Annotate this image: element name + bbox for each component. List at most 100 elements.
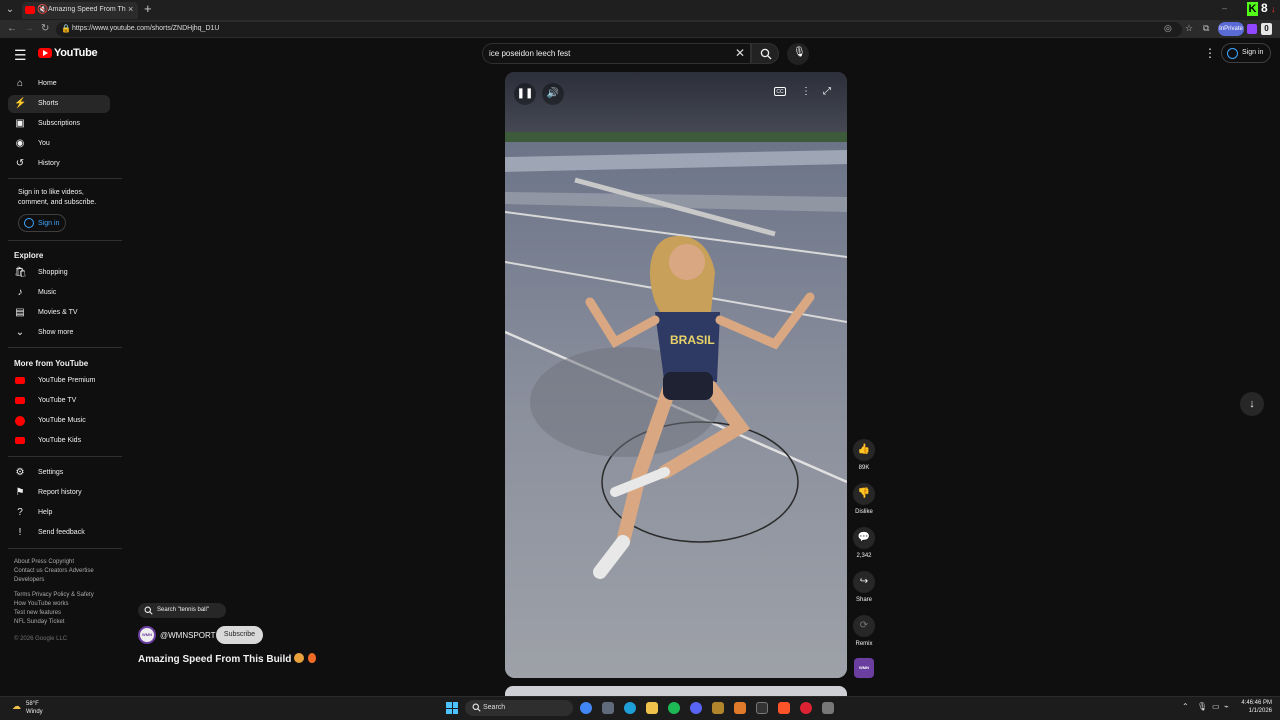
tab-title: Amazing Speed From This Bui <box>48 6 126 13</box>
kick-count: 8 <box>1261 1 1268 15</box>
back-icon[interactable]: ← <box>7 23 17 34</box>
spotify-icon[interactable] <box>668 702 680 714</box>
speaker-icon[interactable]: 🔇 <box>37 4 48 15</box>
tab-list-icon[interactable]: ⌄ <box>3 3 17 17</box>
channel-name[interactable]: @WMNSPORT <box>160 631 216 640</box>
display-tray-icon[interactable]: ▭ <box>1212 702 1220 711</box>
edge-icon[interactable] <box>624 702 636 714</box>
volume-button[interactable]: 🔊 <box>542 83 564 105</box>
minimize-icon[interactable]: – <box>1222 3 1227 13</box>
copyright: © 2026 Google LLC <box>14 636 68 642</box>
pause-button[interactable]: ❚❚ <box>514 83 536 105</box>
footer-links[interactable]: Terms Privacy Policy & Safety <box>14 592 94 598</box>
app-icon[interactable] <box>712 702 724 714</box>
extension-badge[interactable]: 0 <box>1261 23 1272 35</box>
channel-avatar[interactable]: WMN <box>138 626 156 644</box>
next-short-preview[interactable] <box>505 686 847 696</box>
youtube-logo-text[interactable]: YouTube <box>54 47 98 59</box>
close-tab-icon[interactable]: × <box>128 4 133 14</box>
extension-icon[interactable]: ◎ <box>1164 23 1172 34</box>
windows-start-icon[interactable] <box>446 702 458 714</box>
sidebar-item-youtube-premium[interactable]: YouTube Premium <box>8 372 110 390</box>
taskbar-search[interactable]: Search <box>465 700 573 716</box>
subscribe-button[interactable]: Subscribe <box>216 626 263 644</box>
dislike-button[interactable]: 👎 <box>853 483 875 505</box>
forward-icon[interactable]: → <box>24 23 34 34</box>
sidebar-item-settings[interactable]: ⚙ Settings <box>8 464 110 482</box>
comment-icon: 💬 <box>857 532 871 543</box>
tray-chevron-icon[interactable]: ⌃ <box>1182 702 1189 711</box>
fullscreen-icon[interactable]: ⤢ <box>823 86 831 97</box>
video-more-icon[interactable]: ⋮ <box>801 86 811 97</box>
voice-search-button[interactable]: 🎙 <box>787 43 809 65</box>
sidebar-item-help[interactable]: ? Help <box>8 504 110 522</box>
short-title-text: Amazing Speed From This Build <box>138 654 292 665</box>
sidebar-item-subscriptions[interactable]: ▣ Subscriptions <box>8 115 110 133</box>
sidebar-sign-in-button[interactable]: Sign in <box>18 214 66 232</box>
inprivate-badge[interactable]: InPrivate <box>1218 22 1244 36</box>
weather-icon[interactable]: ☁ <box>12 701 21 712</box>
browser-toolbar: ← → ↻ 🔒 https://www.youtube.com/shorts/Z… <box>0 20 1280 39</box>
youtube-logo-icon[interactable] <box>38 48 52 58</box>
shorts-video-player[interactable]: BRASIL ❚❚ 🔊 CC ⋮ ⤢ <box>505 72 847 678</box>
mic-tray-icon[interactable]: 🎙 <box>1197 702 1207 711</box>
search-button[interactable] <box>751 43 779 64</box>
chrome-icon[interactable] <box>580 702 592 714</box>
divider <box>8 548 122 549</box>
sidebar-item-shorts[interactable]: ⚡ Shorts <box>8 95 110 113</box>
footer-links[interactable]: Test new features <box>14 610 61 616</box>
footer-links[interactable]: Developers <box>14 577 44 583</box>
footer-links[interactable]: Contact us Creators Advertise <box>14 568 94 574</box>
flag-icon: ⚑ <box>15 487 25 498</box>
collections-icon[interactable]: ⧉ <box>1203 23 1209 34</box>
sidebar-item-history[interactable]: ↺ History <box>8 155 110 173</box>
sidebar-item-report-history[interactable]: ⚑ Report history <box>8 484 110 502</box>
remix-button[interactable]: ⟳ <box>853 615 875 637</box>
discord-icon[interactable] <box>690 702 702 714</box>
related-search-chip[interactable]: Search "tennis ball" <box>138 603 226 618</box>
browser-tab[interactable]: 🔇 Amazing Speed From This Bui × <box>22 2 138 19</box>
network-icon[interactable]: ⌁ <box>1224 702 1229 711</box>
app-icon[interactable] <box>734 702 746 714</box>
sound-avatar[interactable]: WMN <box>854 658 874 678</box>
app-icon[interactable] <box>822 702 834 714</box>
like-button[interactable]: 👍 <box>853 439 875 461</box>
brave-icon[interactable] <box>778 702 790 714</box>
weather-widget[interactable]: 58°F Windy <box>26 700 43 716</box>
more-options-icon[interactable]: ⋮ <box>1204 46 1216 60</box>
clear-search-icon[interactable]: ✕ <box>735 46 745 60</box>
sidebar-item-you[interactable]: ◉ You <box>8 135 110 153</box>
file-explorer-icon[interactable] <box>646 702 658 714</box>
sidebar-item-youtube-tv[interactable]: YouTube TV <box>8 392 110 410</box>
sidebar-item-home[interactable]: ⌂ Home <box>8 75 110 93</box>
sidebar-item-send-feedback[interactable]: ! Send feedback <box>8 524 110 542</box>
divider <box>8 456 122 457</box>
footer-links[interactable]: NFL Sunday Ticket <box>14 619 64 625</box>
clock[interactable]: 4:46:46 PM 1/1/2026 <box>1240 699 1272 715</box>
down-arrow-icon: ↓ <box>1271 4 1276 14</box>
footer-links[interactable]: About Press Copyright <box>14 559 74 565</box>
taskbar <box>0 696 1280 720</box>
favorites-icon[interactable]: ☆ <box>1185 23 1193 34</box>
footer-links[interactable]: How YouTube works <box>14 601 68 607</box>
app-icon[interactable] <box>800 702 812 714</box>
task-view-icon[interactable] <box>602 702 614 714</box>
captions-icon[interactable]: CC <box>774 87 786 96</box>
terminal-icon[interactable] <box>756 702 768 714</box>
twitch-extension-icon[interactable] <box>1247 24 1257 34</box>
menu-icon[interactable]: ☰ <box>14 47 27 64</box>
next-short-button[interactable]: ↓ <box>1240 392 1264 416</box>
sidebar-item-youtube-music[interactable]: YouTube Music <box>8 412 110 430</box>
sidebar-item-shopping[interactable]: 🛍 Shopping <box>8 264 110 282</box>
kick-extension-icon[interactable]: K <box>1247 2 1258 16</box>
new-tab-icon[interactable]: + <box>144 1 152 16</box>
comments-button[interactable]: 💬 <box>853 527 875 549</box>
sidebar-item-youtube-kids[interactable]: YouTube Kids <box>8 432 110 450</box>
sidebar-item-movies[interactable]: ▤ Movies & TV <box>8 304 110 322</box>
reload-icon[interactable]: ↻ <box>41 23 49 34</box>
address-bar[interactable]: 🔒 https://www.youtube.com/shorts/ZNDHjhq… <box>56 22 1182 37</box>
sidebar-item-show-more[interactable]: ⌄ Show more <box>8 324 110 342</box>
sidebar-item-music[interactable]: ♪ Music <box>8 284 110 302</box>
sign-in-button[interactable]: Sign in <box>1221 43 1271 63</box>
share-button[interactable]: ↪ <box>853 571 875 593</box>
